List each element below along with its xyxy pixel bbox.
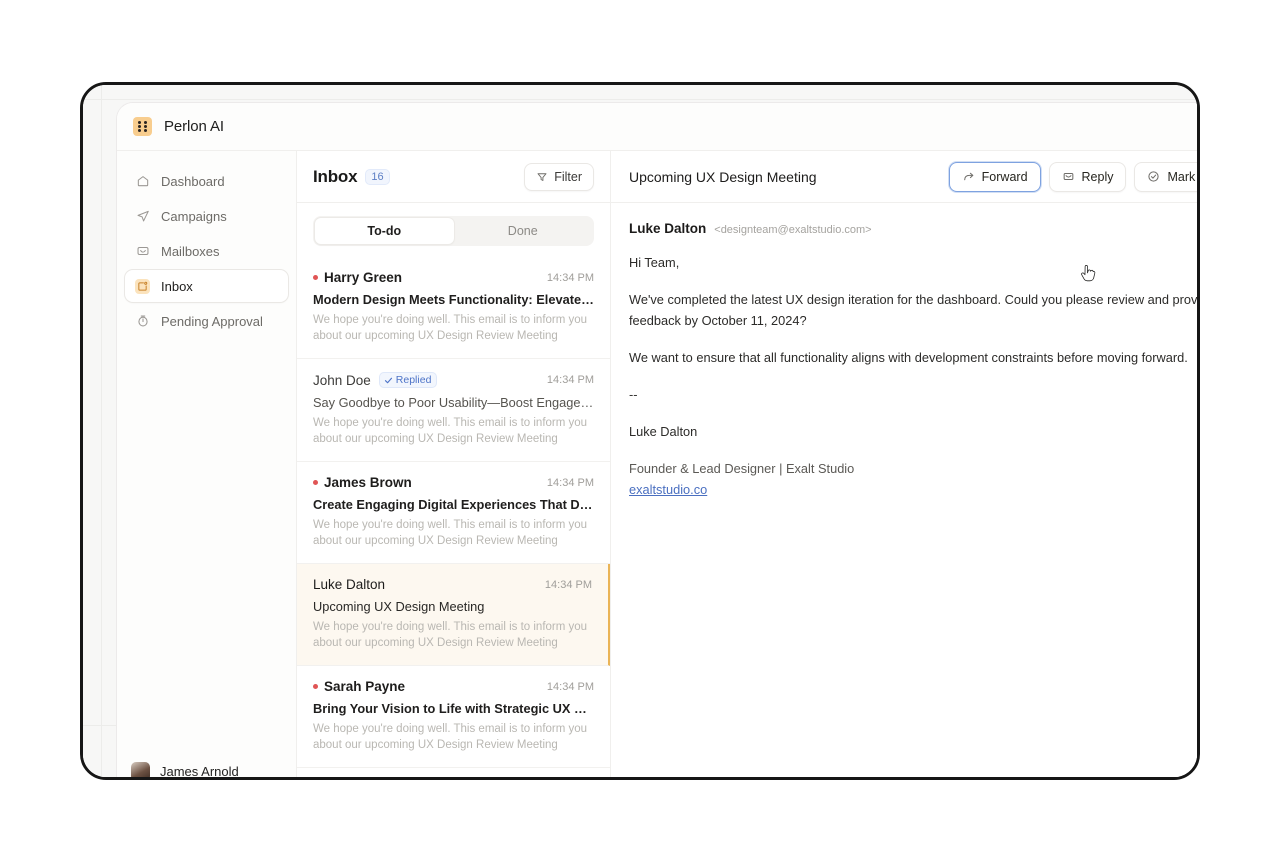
list-item[interactable]: Harry Green 14:34 PM Modern Design Meets…: [297, 257, 610, 359]
mail-subject: Say Goodbye to Poor Usability—Boost Enga…: [313, 395, 594, 410]
status-badge: Replied: [378, 372, 438, 388]
email-sender-name: Luke Dalton: [629, 221, 707, 236]
mail-time: 14:34 PM: [546, 680, 594, 693]
inbox-count-badge: 16: [365, 168, 390, 185]
sidebar-item-dashboard[interactable]: Dashboard: [125, 165, 288, 197]
grid-dots-icon: [133, 117, 152, 136]
sidebar-item-label: Inbox: [161, 278, 193, 294]
mail-sender: John Doe: [313, 372, 371, 388]
todo-done-toggle: To-do Done: [313, 216, 594, 246]
help-icon[interactable]: [1197, 114, 1200, 139]
mail-time: 14:34 PM: [546, 271, 594, 284]
top-bar: Perlon AI: [117, 103, 1200, 151]
unread-dot: [313, 275, 318, 280]
sidebar-item-label: Mailboxes: [161, 243, 220, 259]
check-icon: [384, 377, 392, 383]
signature-website-link[interactable]: exaltstudio.co: [629, 482, 707, 497]
reading-pane-actions: Forward Reply Mark: [948, 161, 1197, 192]
email-paragraph: We've completed the latest UX design ite…: [629, 292, 1200, 328]
mail-time: 14:34 PM: [546, 476, 594, 489]
list-item[interactable]: Luke Dalton 14:34 PM Let's Build the Per…: [297, 768, 610, 777]
forward-button[interactable]: Forward: [948, 161, 1041, 192]
mail-preview: We hope you're doing well. This email is…: [313, 723, 588, 751]
email-paragraph: Hi Team,: [629, 255, 680, 270]
mail-preview: We hope you're doing well. This email is…: [313, 417, 588, 445]
tab-done[interactable]: Done: [454, 218, 593, 244]
email-paragraph: We want to ensure that all functionality…: [629, 350, 1188, 365]
reading-pane-header: Upcoming UX Design Meeting Forward Reply…: [611, 151, 1197, 203]
list-item[interactable]: James Brown 14:34 PM Create Engaging Dig…: [297, 462, 610, 564]
inbox-tray-icon: [135, 244, 150, 259]
forward-button-label: Forward: [981, 169, 1028, 184]
status-badge-label: Replied: [395, 374, 432, 386]
list-item-selected[interactable]: Luke Dalton 14:34 PM Upcoming UX Design …: [297, 564, 610, 666]
app-shell: Perlon AI Dashboard Campaigns Mailboxes …: [117, 103, 1200, 779]
inbox-badge-icon: [135, 278, 150, 294]
list-item[interactable]: Sarah Payne 14:34 PM Bring Your Vision t…: [297, 666, 610, 768]
sidebar-item-label: Pending Approval: [161, 313, 263, 329]
top-bar-actions: [1197, 114, 1200, 139]
reply-button-label: Reply: [1081, 169, 1114, 184]
send-icon: [135, 209, 150, 224]
brand[interactable]: Perlon AI: [133, 117, 224, 136]
mail-subject: Bring Your Vision to Life with Strategic…: [313, 701, 594, 716]
mail-subject: Modern Design Meets Functionality: Eleva…: [313, 292, 594, 307]
sidebar-item-inbox[interactable]: Inbox: [125, 270, 288, 302]
check-circle-icon: [1148, 171, 1160, 182]
reading-pane: Upcoming UX Design Meeting Forward Reply…: [611, 151, 1200, 777]
email-signature-name: Luke Dalton: [629, 424, 698, 439]
mark-as-done-button[interactable]: Mark As Done: [1134, 161, 1197, 192]
mark-as-done-button-label: Mark As Done: [1167, 169, 1197, 184]
sidebar-item-label: Campaigns: [161, 208, 227, 224]
mail-sender: Harry Green: [324, 270, 403, 285]
email-body: Luke Dalton <designteam@exaltstudio.com>…: [611, 203, 1200, 777]
home-icon: [135, 174, 150, 189]
mail-subject: Create Engaging Digital Experiences That…: [313, 497, 594, 512]
mail-time: 14:34 PM: [546, 374, 594, 386]
sidebar-user-name: James Arnold: [160, 764, 239, 779]
mail-sender: Sarah Payne: [324, 679, 406, 694]
list-item[interactable]: John Doe Replied 14:34 PM Say Goodbye to…: [297, 359, 610, 462]
sidebar: Dashboard Campaigns Mailboxes Inbox Pend…: [117, 151, 297, 779]
mail-time: 14:34 PM: [544, 578, 592, 591]
mail-preview: We hope you're doing well. This email is…: [313, 621, 588, 649]
filter-button[interactable]: Filter: [524, 162, 594, 191]
mail-list[interactable]: Harry Green 14:34 PM Modern Design Meets…: [297, 257, 610, 777]
brand-name: Perlon AI: [164, 118, 224, 135]
unread-dot: [313, 480, 318, 485]
main-columns: Dashboard Campaigns Mailboxes Inbox Pend…: [117, 151, 1200, 779]
funnel-icon: [537, 172, 547, 181]
email-signature-role: Founder & Lead Designer | Exalt Studio: [629, 461, 855, 476]
avatar: [131, 762, 150, 777]
clock-icon: [135, 314, 150, 329]
device-frame: Perlon AI Dashboard Campaigns Mailboxes …: [80, 82, 1200, 780]
mail-preview: We hope you're doing well. This email is…: [313, 519, 588, 547]
reply-envelope-icon: [1063, 173, 1073, 180]
mail-list-header: Inbox 16 Filter: [297, 151, 610, 203]
mail-subject: Upcoming UX Design Meeting: [313, 599, 485, 614]
email-sender-line: Luke Dalton <designteam@exaltstudio.com>…: [629, 221, 1197, 236]
email-sender-address: <designteam@exaltstudio.com>: [714, 224, 872, 236]
sidebar-item-mailboxes[interactable]: Mailboxes: [125, 235, 288, 267]
unread-dot: [313, 684, 318, 689]
mail-preview: We hope you're doing well. This email is…: [313, 314, 588, 342]
mail-sender: James Brown: [324, 475, 412, 490]
mail-list-column: Inbox 16 Filter To-do Done Harry Green 1…: [297, 151, 611, 777]
page-title: Inbox: [313, 166, 358, 186]
email-subject-title: Upcoming UX Design Meeting: [629, 168, 817, 185]
tab-todo[interactable]: To-do: [315, 218, 454, 244]
sidebar-user-profile[interactable]: James Arnold: [117, 754, 296, 779]
forward-arrow-icon: [963, 172, 974, 181]
sidebar-item-label: Dashboard: [161, 173, 225, 189]
sidebar-item-campaigns[interactable]: Campaigns: [125, 200, 288, 232]
filter-button-label: Filter: [554, 169, 582, 184]
mail-sender: Luke Dalton: [313, 577, 386, 592]
email-signature-separator: --: [629, 387, 638, 402]
app-window: Perlon AI Dashboard Campaigns Mailboxes …: [83, 85, 1200, 779]
sidebar-item-pending-approval[interactable]: Pending Approval: [125, 305, 288, 337]
reply-button[interactable]: Reply: [1048, 161, 1127, 192]
